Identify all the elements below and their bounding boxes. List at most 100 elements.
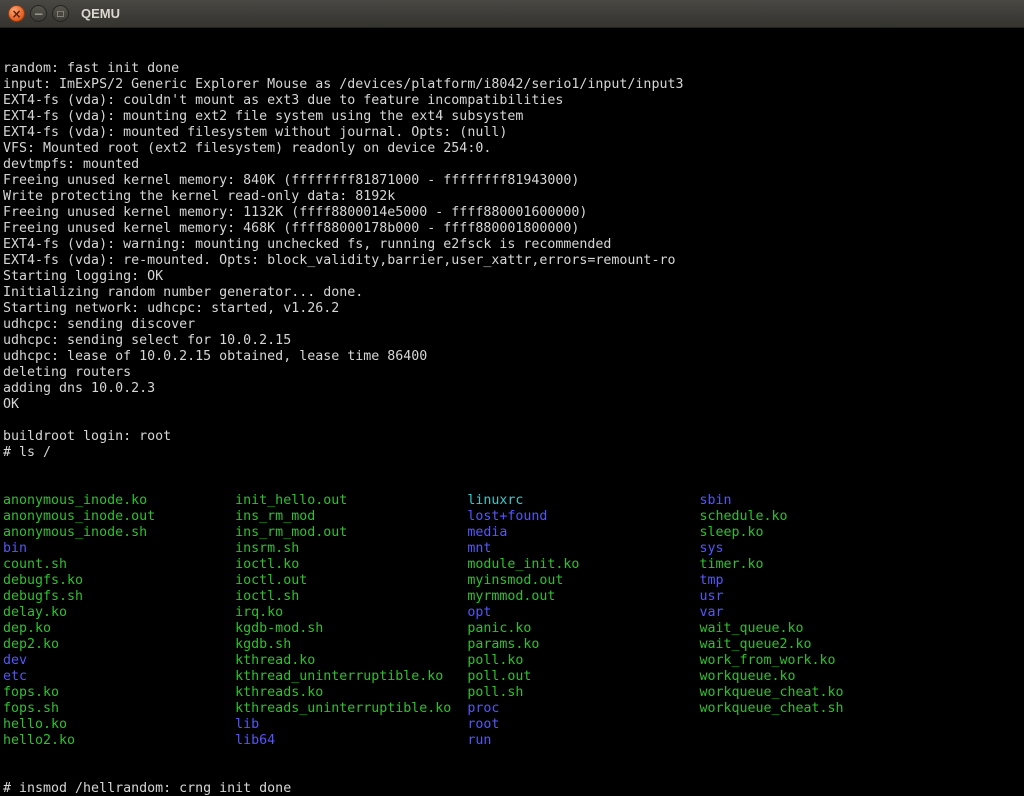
ls-entry-file: dep2.ko	[3, 637, 235, 653]
ls-column: sbinschedule.kosleep.kosystimer.kotmpusr…	[699, 493, 931, 749]
ls-entry-file: ioctl.ko	[235, 557, 467, 573]
console-line: Freeing unused kernel memory: 840K (ffff…	[3, 173, 1024, 189]
ls-entry-file: poll.ko	[467, 653, 699, 669]
ls-column: linuxrclost+foundmediamntmodule_init.kom…	[467, 493, 699, 749]
ls-entry-file: delay.ko	[3, 605, 235, 621]
console-line: Initializing random number generator... …	[3, 285, 1024, 301]
console-line: Freeing unused kernel memory: 468K (ffff…	[3, 221, 1024, 237]
ls-entry-directory: proc	[467, 701, 699, 717]
console-line: EXT4-fs (vda): warning: mounting uncheck…	[3, 237, 1024, 253]
ls-entry-directory: sbin	[699, 493, 931, 509]
ls-entry-file: poll.out	[467, 669, 699, 685]
ls-entry-file: anonymous_inode.ko	[3, 493, 235, 509]
close-icon: ×	[11, 8, 21, 20]
console-line: deleting routers	[3, 365, 1024, 381]
ls-entry-file: hello2.ko	[3, 733, 235, 749]
ls-entry-file: kthreads_uninterruptible.ko	[235, 701, 467, 717]
ls-entry-file: fops.sh	[3, 701, 235, 717]
ls-entry-file: ioctl.sh	[235, 589, 467, 605]
ls-entry-directory: run	[467, 733, 699, 749]
boot-lines: random: fast init doneinput: ImExPS/2 Ge…	[3, 61, 1024, 461]
console-line: udhcpc: sending discover	[3, 317, 1024, 333]
console-line: VFS: Mounted root (ext2 filesystem) read…	[3, 141, 1024, 157]
ls-entry-file: ins_rm_mod.out	[235, 525, 467, 541]
ls-entry-file: work_from_work.ko	[699, 653, 931, 669]
window-controls: × − □	[8, 5, 69, 22]
ls-entry-directory: bin	[3, 541, 235, 557]
console-line: Freeing unused kernel memory: 1132K (fff…	[3, 205, 1024, 221]
window-title: QEMU	[81, 6, 120, 21]
ls-entry-directory: opt	[467, 605, 699, 621]
tail-lines: # insmod /hellrandom: crng init done# in…	[3, 781, 1024, 796]
minimize-icon: −	[33, 8, 43, 20]
ls-entry-file: schedule.ko	[699, 509, 931, 525]
console-line: Starting network: udhcpc: started, v1.26…	[3, 301, 1024, 317]
console-line: EXT4-fs (vda): mounted filesystem withou…	[3, 125, 1024, 141]
console-line: devtmpfs: mounted	[3, 157, 1024, 173]
ls-entry-file: myrmmod.out	[467, 589, 699, 605]
ls-entry-directory: sys	[699, 541, 931, 557]
ls-entry-file: hello.ko	[3, 717, 235, 733]
ls-entry-file: params.ko	[467, 637, 699, 653]
console-line: input: ImExPS/2 Generic Explorer Mouse a…	[3, 77, 1024, 93]
ls-entry-file: myinsmod.out	[467, 573, 699, 589]
ls-listing: anonymous_inode.koanonymous_inode.outano…	[3, 493, 1024, 749]
ls-entry-file: debugfs.ko	[3, 573, 235, 589]
ls-entry-file: kthread_uninterruptible.ko	[235, 669, 467, 685]
console-line: EXT4-fs (vda): mounting ext2 file system…	[3, 109, 1024, 125]
ls-entry-file: anonymous_inode.sh	[3, 525, 235, 541]
ls-entry-file: workqueue_cheat.ko	[699, 685, 931, 701]
maximize-icon: □	[57, 10, 65, 18]
ls-entry-file: kthread.ko	[235, 653, 467, 669]
ls-entry-directory: root	[467, 717, 699, 733]
ls-entry-directory: media	[467, 525, 699, 541]
console-line: buildroot login: root	[3, 429, 1024, 445]
close-button[interactable]: ×	[8, 5, 25, 22]
ls-entry-file: kthreads.ko	[235, 685, 467, 701]
ls-entry-directory: usr	[699, 589, 931, 605]
ls-entry-directory: dev	[3, 653, 235, 669]
console-line: Write protecting the kernel read-only da…	[3, 189, 1024, 205]
ls-entry-directory: lost+found	[467, 509, 699, 525]
ls-entry-file: count.sh	[3, 557, 235, 573]
ls-entry-file: poll.sh	[467, 685, 699, 701]
minimize-button[interactable]: −	[30, 5, 47, 22]
ls-entry-directory: mnt	[467, 541, 699, 557]
ls-entry-file: kgdb-mod.sh	[235, 621, 467, 637]
ls-entry-directory: etc	[3, 669, 235, 685]
maximize-button[interactable]: □	[52, 5, 69, 22]
console-line	[3, 413, 1024, 429]
ls-entry-file: sleep.ko	[699, 525, 931, 541]
ls-column: init_hello.outins_rm_modins_rm_mod.outin…	[235, 493, 467, 749]
console-line: Starting logging: OK	[3, 269, 1024, 285]
console-line: OK	[3, 397, 1024, 413]
ls-entry-file: wait_queue2.ko	[699, 637, 931, 653]
ls-column: anonymous_inode.koanonymous_inode.outano…	[3, 493, 235, 749]
console-line: udhcpc: sending select for 10.0.2.15	[3, 333, 1024, 349]
terminal-screen[interactable]: random: fast init doneinput: ImExPS/2 Ge…	[0, 28, 1024, 796]
ls-entry-file: init_hello.out	[235, 493, 467, 509]
ls-entry-file: timer.ko	[699, 557, 931, 573]
ls-entry-file: workqueue_cheat.sh	[699, 701, 931, 717]
console-line: # ls /	[3, 445, 1024, 461]
ls-entry-directory: lib64	[235, 733, 467, 749]
ls-entry-file: workqueue.ko	[699, 669, 931, 685]
ls-entry-file: kgdb.sh	[235, 637, 467, 653]
ls-entry-directory: var	[699, 605, 931, 621]
ls-entry-directory: lib	[235, 717, 467, 733]
console-line: random: fast init done	[3, 61, 1024, 77]
ls-entry-file: panic.ko	[467, 621, 699, 637]
ls-entry-file: ins_rm_mod	[235, 509, 467, 525]
ls-entry-file: irq.ko	[235, 605, 467, 621]
ls-entry-directory: tmp	[699, 573, 931, 589]
console-line: EXT4-fs (vda): couldn't mount as ext3 du…	[3, 93, 1024, 109]
console-line: EXT4-fs (vda): re-mounted. Opts: block_v…	[3, 253, 1024, 269]
ls-entry-file: ioctl.out	[235, 573, 467, 589]
ls-entry-file: debugfs.sh	[3, 589, 235, 605]
ls-entry-file: wait_queue.ko	[699, 621, 931, 637]
ls-entry-file: anonymous_inode.out	[3, 509, 235, 525]
console-line: # insmod /hellrandom: crng init done	[3, 781, 1024, 796]
console-line: adding dns 10.0.2.3	[3, 381, 1024, 397]
ls-entry-file: fops.ko	[3, 685, 235, 701]
window-titlebar: × − □ QEMU	[0, 0, 1024, 28]
